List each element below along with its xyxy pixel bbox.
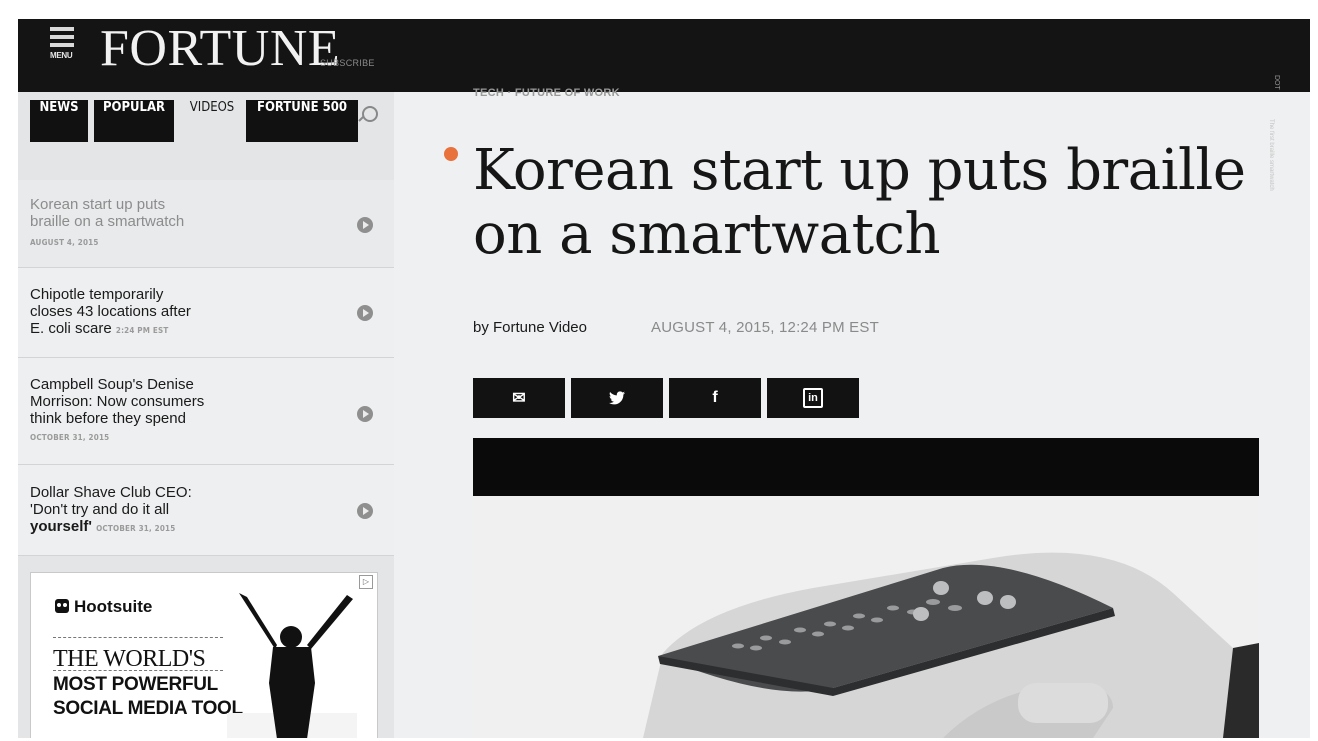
twitter-icon bbox=[609, 391, 625, 405]
site-header: MENU FORTUNE SUBSCRIBE DOT bbox=[18, 19, 1310, 92]
subscribe-link[interactable]: SUBSCRIBE bbox=[320, 58, 375, 68]
list-item[interactable]: Campbell Soup's Denise Morrison: Now con… bbox=[18, 358, 394, 465]
page-title: Korean start up puts braille on a smartw… bbox=[473, 139, 1273, 267]
title-line: think before they spend bbox=[30, 410, 186, 427]
tab-videos[interactable]: VIDEOS bbox=[180, 100, 244, 142]
tab-news[interactable]: NEWS bbox=[30, 100, 88, 142]
list-item-title: Chipotle temporarily closes 43 locations… bbox=[30, 286, 191, 337]
menu-label: MENU bbox=[50, 51, 73, 60]
title-line: Morrison: Now consumers bbox=[30, 393, 205, 410]
author-byline[interactable]: by Fortune Video bbox=[473, 319, 587, 336]
ad-subline: SOCIAL MEDIA TOOL bbox=[53, 698, 243, 719]
play-icon[interactable] bbox=[357, 503, 373, 519]
hamburger-icon bbox=[50, 27, 74, 31]
title-line: Dollar Shave Club CEO: bbox=[30, 484, 192, 501]
facebook-icon: f bbox=[712, 389, 718, 406]
publish-date: AUGUST 4, 2015, 12:24 PM EST bbox=[651, 319, 879, 336]
list-item-date: AUGUST 4, 2015 bbox=[30, 238, 99, 247]
browser-viewport: MENU FORTUNE SUBSCRIBE DOT NEWS POPULAR … bbox=[18, 19, 1310, 738]
live-dot-icon bbox=[444, 147, 458, 161]
celebrating-person-image bbox=[227, 593, 357, 738]
side-caption: The first braille smartwatch bbox=[1268, 119, 1274, 191]
list-item-title: Dollar Shave Club CEO: 'Don't try and do… bbox=[30, 484, 192, 535]
braille-smartwatch-image bbox=[473, 496, 1259, 738]
play-icon[interactable] bbox=[357, 217, 373, 233]
title-line: Korean start up puts bbox=[30, 196, 166, 213]
hamburger-bar bbox=[50, 35, 74, 39]
title-line: E. coli scare bbox=[30, 320, 112, 337]
share-linkedin-button[interactable]: in bbox=[767, 378, 859, 418]
hamburger-bar bbox=[50, 43, 74, 47]
share-twitter-button[interactable] bbox=[571, 378, 663, 418]
hootsuite-owl-icon bbox=[55, 599, 69, 613]
list-item-title: Campbell Soup's Denise Morrison: Now con… bbox=[30, 376, 204, 427]
list-item-title: Korean start up puts braille on a smartw… bbox=[30, 196, 184, 230]
title-line: Chipotle temporarily bbox=[30, 286, 164, 303]
play-icon[interactable] bbox=[357, 406, 373, 422]
ad-brand: Hootsuite bbox=[74, 597, 153, 616]
title-line: 'Don't try and do it all bbox=[30, 501, 170, 518]
breadcrumb[interactable]: TECH · FUTURE OF WORK bbox=[473, 87, 620, 99]
share-facebook-button[interactable]: f bbox=[669, 378, 761, 418]
ad-headline: THE WORLD'S bbox=[53, 646, 206, 672]
linkedin-icon: in bbox=[803, 388, 823, 408]
title-line: closes 43 locations after bbox=[30, 303, 191, 320]
edge-tag: DOT bbox=[1273, 75, 1280, 90]
ad-subline: MOST POWERFUL bbox=[53, 674, 218, 695]
hootsuite-ad[interactable]: ▷ Hootsuite THE WORLD'S MOST POWERFUL SO… bbox=[30, 572, 378, 738]
share-email-button[interactable]: ✉ bbox=[473, 378, 565, 418]
title-line: Campbell Soup's Denise bbox=[30, 376, 194, 393]
title-line: yourself' bbox=[30, 518, 92, 535]
title-line: braille on a smartwatch bbox=[30, 213, 185, 230]
headline-line: Korean start up puts braille bbox=[473, 138, 1246, 203]
email-icon: ✉ bbox=[512, 390, 526, 407]
list-item[interactable]: Chipotle temporarily closes 43 locations… bbox=[18, 268, 394, 358]
list-item-date: OCTOBER 31, 2015 bbox=[96, 524, 176, 533]
ad-divider bbox=[53, 670, 223, 671]
video-player[interactable] bbox=[473, 438, 1259, 738]
ad-divider bbox=[53, 637, 223, 638]
adchoices-icon[interactable]: ▷ bbox=[359, 575, 373, 589]
list-item-date: OCTOBER 31, 2015 bbox=[30, 433, 110, 442]
tab-popular[interactable]: POPULAR bbox=[94, 100, 174, 142]
search-icon-ring bbox=[362, 106, 378, 122]
menu-button[interactable]: MENU bbox=[50, 27, 74, 67]
search-icon[interactable] bbox=[358, 104, 380, 126]
headline-line: on a smartwatch bbox=[473, 202, 941, 267]
fortune-logo[interactable]: FORTUNE bbox=[100, 21, 340, 77]
list-item[interactable]: Dollar Shave Club CEO: 'Don't try and do… bbox=[18, 465, 394, 556]
tab-fortune-500[interactable]: FORTUNE 500 bbox=[246, 100, 358, 142]
list-item[interactable]: Korean start up puts braille on a smartw… bbox=[18, 180, 394, 268]
list-item-date: 2:24 PM EST bbox=[115, 326, 169, 335]
play-icon[interactable] bbox=[357, 305, 373, 321]
